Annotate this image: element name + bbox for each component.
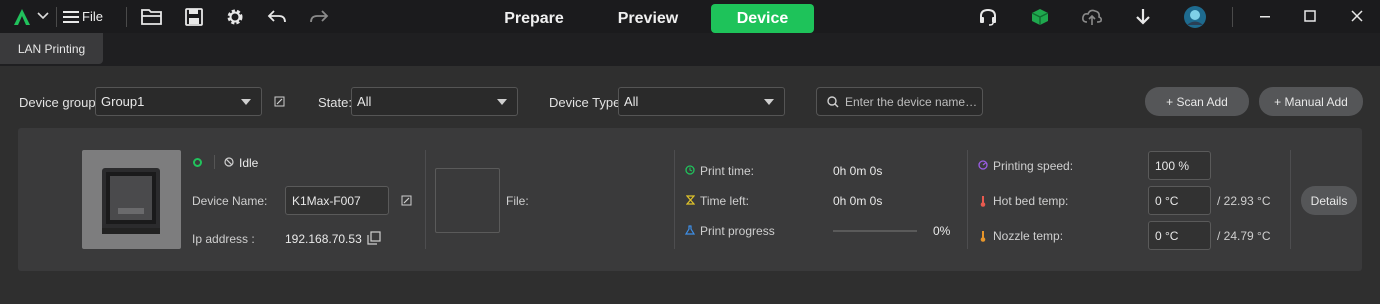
tab-preview[interactable]: Preview [608, 4, 688, 33]
file-preview-box [435, 168, 500, 233]
hamburger-menu-icon[interactable] [61, 7, 81, 27]
tab-prepare[interactable]: Prepare [494, 4, 574, 33]
nozzle-thermometer-icon [978, 230, 988, 242]
save-icon[interactable] [183, 6, 205, 28]
connected-status-icon [192, 157, 202, 167]
open-folder-icon[interactable] [140, 6, 164, 28]
tab-device[interactable]: Device [711, 4, 814, 33]
scan-add-button[interactable]: + Scan Add [1145, 87, 1249, 116]
divider [56, 7, 57, 27]
device-type-label: Device Type: [549, 95, 624, 110]
chevron-down-icon[interactable] [36, 9, 50, 23]
redo-icon[interactable] [308, 6, 330, 28]
ip-address-label: Ip address : [192, 232, 255, 246]
search-icon [827, 96, 839, 108]
device-search-input[interactable]: Enter the device name… [816, 87, 983, 116]
device-type-select[interactable]: All [618, 87, 785, 116]
device-type-value: All [624, 94, 639, 109]
print-progress-label: Print progress [700, 224, 775, 238]
idle-status-icon [224, 157, 234, 167]
clock-icon [685, 165, 695, 175]
nozzle-temp-field[interactable]: 0 °C [1148, 221, 1211, 250]
printer-image [82, 150, 181, 249]
hot-bed-current-temp: / 22.93 °C [1217, 194, 1271, 208]
chevron-down-icon [497, 99, 507, 105]
hourglass-icon [685, 195, 695, 205]
state-select[interactable]: All [351, 87, 518, 116]
hot-bed-temp-field[interactable]: 0 °C [1148, 186, 1211, 215]
print-time-value: 0h 0m 0s [833, 164, 883, 178]
device-name-label: Device Name: [192, 194, 268, 208]
divider [1232, 7, 1233, 27]
search-placeholder: Enter the device name… [845, 94, 978, 109]
divider [425, 150, 426, 249]
ip-address-value: 192.168.70.53 [285, 232, 362, 246]
print-time-label: Print time: [700, 164, 755, 178]
speed-icon [978, 160, 988, 170]
minimize-icon[interactable] [1257, 8, 1273, 24]
download-arrow-icon[interactable] [1133, 6, 1153, 28]
close-icon[interactable] [1349, 8, 1365, 24]
hot-bed-thermometer-icon [978, 195, 988, 207]
print-progress-bar [833, 230, 917, 232]
state-label: State: [318, 95, 352, 110]
time-left-value: 0h 0m 0s [833, 194, 883, 208]
chevron-down-icon [241, 99, 251, 105]
printing-speed-label: Printing speed: [993, 159, 1074, 173]
chevron-down-icon [764, 99, 774, 105]
file-label: File: [506, 194, 529, 208]
top-toolbar [0, 0, 1380, 33]
edit-icon[interactable] [400, 194, 412, 206]
cube-icon[interactable] [1029, 6, 1051, 28]
headset-support-icon[interactable] [977, 6, 999, 28]
cloud-upload-icon[interactable] [1080, 6, 1104, 28]
printing-speed-field[interactable]: 100 % [1148, 151, 1211, 180]
sub-tab-bar [0, 33, 1380, 66]
divider [967, 150, 968, 249]
undo-icon[interactable] [266, 6, 288, 28]
tab-lan-printing[interactable]: LAN Printing [0, 33, 103, 64]
user-avatar-icon[interactable] [1183, 5, 1207, 29]
flask-progress-icon [685, 225, 695, 235]
details-button[interactable]: Details [1301, 186, 1357, 215]
edit-icon[interactable] [272, 94, 286, 108]
device-name-field[interactable]: K1Max-F007 [285, 186, 389, 215]
device-group-select[interactable]: Group1 [95, 87, 262, 116]
divider [1290, 150, 1291, 249]
nozzle-temp-label: Nozzle temp: [993, 229, 1064, 243]
copy-icon[interactable] [366, 230, 382, 246]
state-value: All [357, 94, 372, 109]
app-logo-icon[interactable] [10, 5, 34, 29]
hot-bed-temp-label: Hot bed temp: [993, 194, 1069, 208]
divider [214, 155, 215, 169]
settings-gear-icon[interactable] [224, 6, 246, 28]
maximize-icon[interactable] [1302, 8, 1318, 24]
file-menu-button[interactable]: File [82, 9, 103, 24]
device-group-label: Device group: [19, 95, 100, 110]
divider [674, 150, 675, 249]
manual-add-button[interactable]: + Manual Add [1259, 87, 1363, 116]
device-group-value: Group1 [101, 94, 145, 109]
device-status-text: Idle [239, 156, 259, 170]
divider [126, 7, 127, 27]
nozzle-current-temp: / 24.79 °C [1217, 229, 1271, 243]
printer-icon [102, 168, 160, 234]
time-left-label: Time left: [700, 194, 749, 208]
print-progress-value: 0% [933, 224, 951, 238]
